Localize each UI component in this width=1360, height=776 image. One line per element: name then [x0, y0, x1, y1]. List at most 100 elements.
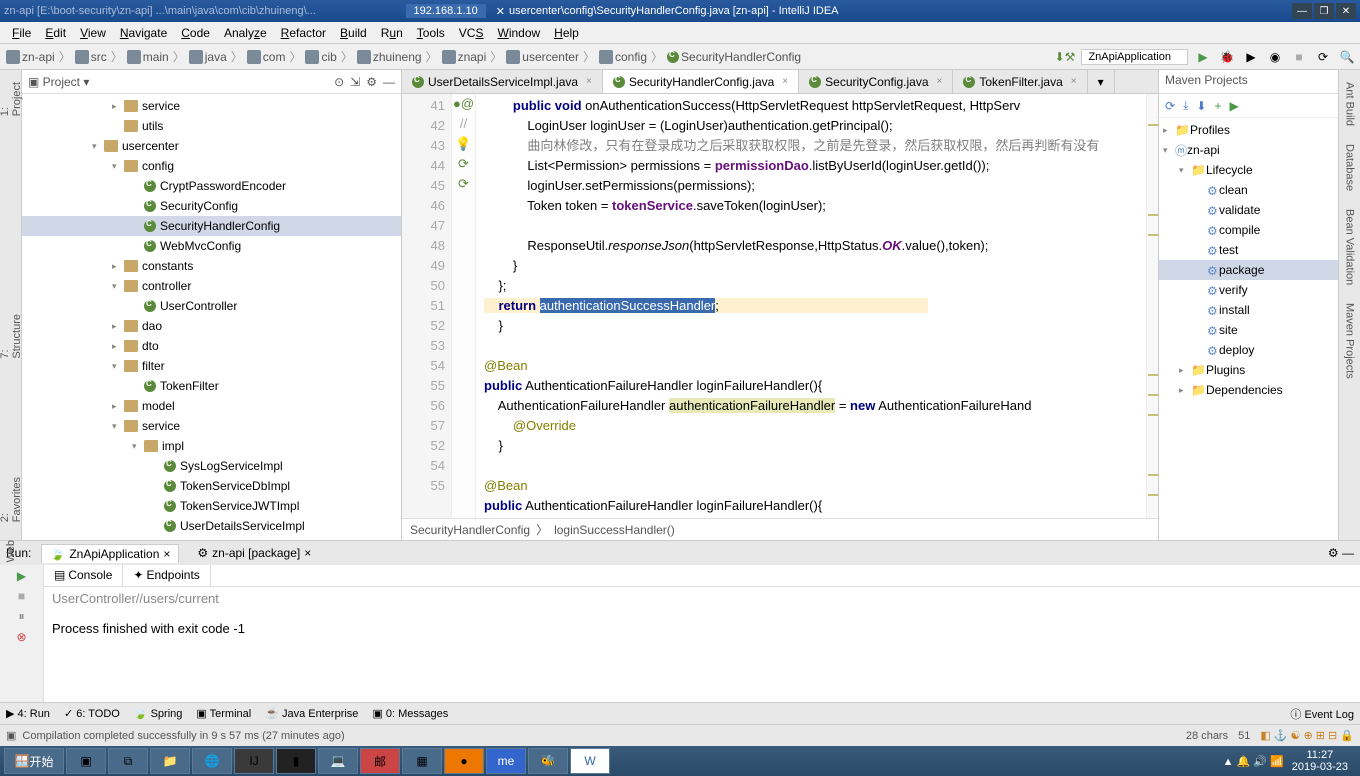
hide-icon[interactable]: — [383, 75, 395, 89]
tool-terminal[interactable]: ▣ Terminal [196, 707, 251, 720]
maven-verify[interactable]: ⚙ verify [1159, 280, 1338, 300]
tree-item-SysLogServiceImpl[interactable]: SysLogServiceImpl [22, 456, 401, 476]
tool-javaee[interactable]: ☕ Java Enterprise [265, 707, 358, 720]
maven-install[interactable]: ⚙ install [1159, 300, 1338, 320]
reimport-icon[interactable]: ⟳ [1165, 99, 1175, 113]
tree-item-WebMvcConfig[interactable]: WebMvcConfig [22, 236, 401, 256]
maven-validate[interactable]: ⚙ validate [1159, 200, 1338, 220]
profile-button[interactable]: ◉ [1266, 48, 1284, 66]
maven-Dependencies[interactable]: ▸📁 Dependencies [1159, 380, 1338, 400]
tree-item-filter[interactable]: ▾filter [22, 356, 401, 376]
tool-spring[interactable]: 🍃 Spring [134, 707, 183, 720]
tool-favorites[interactable]: 2: Favorites [0, 473, 23, 526]
pause-icon[interactable]: ⏸ [18, 609, 24, 624]
menu-build[interactable]: Build [334, 24, 373, 42]
minimize-button[interactable]: — [1292, 3, 1312, 19]
tree-item-SecurityConfig[interactable]: SecurityConfig [22, 196, 401, 216]
project-view-label[interactable]: ▣ Project ▾ [28, 75, 89, 89]
tool-project[interactable]: 1: Project [0, 78, 23, 120]
debug-button[interactable]: 🐞 [1218, 48, 1236, 66]
console-output[interactable]: UserController//users/current Process fi… [52, 591, 1352, 636]
console-tab[interactable]: ▤ Console [44, 565, 123, 586]
breadcrumb-seg[interactable]: zhuineng [355, 49, 424, 65]
tree-item-constants[interactable]: ▸constants [22, 256, 401, 276]
task-app5[interactable]: me [486, 748, 526, 774]
breadcrumb-seg[interactable]: com [245, 49, 288, 65]
breadcrumb-seg[interactable]: SecurityHandlerConfig [665, 49, 803, 65]
scroll-from-source-icon[interactable]: ⊙ [334, 75, 344, 89]
tool-messages[interactable]: ▣ 0: Messages [372, 707, 448, 720]
breadcrumb-seg[interactable]: src [73, 49, 109, 65]
tool-ant[interactable]: Ant Build [1344, 78, 1356, 130]
endpoints-tab[interactable]: ✦ Endpoints [123, 565, 210, 586]
tree-item-TokenFilter[interactable]: TokenFilter [22, 376, 401, 396]
breadcrumb-seg[interactable]: zn-api [4, 49, 57, 65]
stop-button[interactable]: ■ [1290, 48, 1308, 66]
tray-icons[interactable]: ▲ 🔔 🔊 📶 [1223, 755, 1284, 768]
task-app6[interactable]: 🐝 [528, 748, 568, 774]
tree-item-model[interactable]: ▸model [22, 396, 401, 416]
maven-Plugins[interactable]: ▸📁 Plugins [1159, 360, 1338, 380]
task-intellij[interactable]: IJ [234, 748, 274, 774]
editor-tab[interactable]: ▾ [1088, 70, 1115, 93]
add-icon[interactable]: + [1214, 99, 1221, 113]
breadcrumb-seg[interactable]: config [597, 49, 649, 65]
search-icon[interactable]: 🔍 [1338, 48, 1356, 66]
menu-view[interactable]: View [74, 24, 112, 42]
task-powershell[interactable]: ⧉ [108, 748, 148, 774]
task-app2[interactable]: 邮 [360, 748, 400, 774]
download-icon[interactable]: ⬇ [1196, 99, 1206, 113]
menu-navigate[interactable]: Navigate [114, 24, 173, 42]
stop-icon[interactable]: ■ [18, 589, 25, 603]
editor-tab[interactable]: SecurityConfig.java × [799, 70, 953, 93]
maven-compile[interactable]: ⚙ compile [1159, 220, 1338, 240]
tree-item-controller[interactable]: ▾controller [22, 276, 401, 296]
run-config-selector[interactable]: ZnApiApplication [1081, 49, 1188, 65]
menu-run[interactable]: Run [375, 24, 409, 42]
task-cmd[interactable]: ▮ [276, 748, 316, 774]
status-icon[interactable]: ▣ [6, 729, 16, 742]
close-button[interactable]: ✕ [1336, 3, 1356, 19]
code-editor[interactable]: public void onAuthenticationSuccess(Http… [476, 94, 1146, 518]
tool-maven[interactable]: Maven Projects [1344, 299, 1356, 383]
tool-database[interactable]: Database [1344, 140, 1356, 195]
editor-tab[interactable]: TokenFilter.java × [953, 70, 1087, 93]
maven-package[interactable]: ⚙ package [1159, 260, 1338, 280]
maven-deploy[interactable]: ⚙ deploy [1159, 340, 1338, 360]
menu-tools[interactable]: Tools [411, 24, 451, 42]
menu-edit[interactable]: Edit [39, 24, 72, 42]
start-button[interactable]: 🪟开始 [4, 748, 64, 774]
tree-item-service[interactable]: ▾service [22, 416, 401, 436]
collapse-all-icon[interactable]: ⇲ [350, 75, 360, 89]
task-app4[interactable]: ● [444, 748, 484, 774]
tool-bean[interactable]: Bean Validation [1344, 205, 1356, 289]
editor-tab[interactable]: SecurityHandlerConfig.java × [603, 70, 799, 93]
maven-clean[interactable]: ⚙ clean [1159, 180, 1338, 200]
task-app1[interactable]: 💻 [318, 748, 358, 774]
tree-item-UserController[interactable]: UserController [22, 296, 401, 316]
menu-help[interactable]: Help [548, 24, 585, 42]
rerun-icon[interactable]: ▶ [17, 569, 26, 583]
task-folder[interactable]: 📁 [150, 748, 190, 774]
project-tree[interactable]: ▸serviceutils▾usercenter▾configCryptPass… [22, 94, 401, 540]
run-gear-icon[interactable]: ⚙ — [1328, 546, 1354, 560]
maven-test[interactable]: ⚙ test [1159, 240, 1338, 260]
breadcrumb-seg[interactable]: usercenter [504, 49, 581, 65]
run-button[interactable]: ▶ [1194, 48, 1212, 66]
menu-file[interactable]: File [6, 24, 37, 42]
breadcrumb-seg[interactable]: main [125, 49, 171, 65]
tool-run[interactable]: ▶ 4: Run [6, 707, 50, 720]
breadcrumb-seg[interactable]: cib [303, 49, 338, 65]
exit-icon[interactable]: ⊗ [16, 630, 26, 644]
menu-code[interactable]: Code [175, 24, 216, 42]
tree-item-config[interactable]: ▾config [22, 156, 401, 176]
run-tab-package[interactable]: ⚙ zn-api [package] × [189, 544, 319, 562]
status-icons[interactable]: ◧ ⚓ ☯ ⊕ ⊞ ⊟ 🔒 [1260, 729, 1354, 742]
task-app3[interactable]: ▦ [402, 748, 442, 774]
gear-icon[interactable]: ⚙ [366, 75, 377, 89]
maven-zn-api[interactable]: ▾ⓜ zn-api [1159, 140, 1338, 160]
tree-item-dto[interactable]: ▸dto [22, 336, 401, 356]
run-maven-icon[interactable]: ▶ [1229, 99, 1238, 113]
tree-item-TokenServiceJWTImpl[interactable]: TokenServiceJWTImpl [22, 496, 401, 516]
coverage-button[interactable]: ▶ [1242, 48, 1260, 66]
